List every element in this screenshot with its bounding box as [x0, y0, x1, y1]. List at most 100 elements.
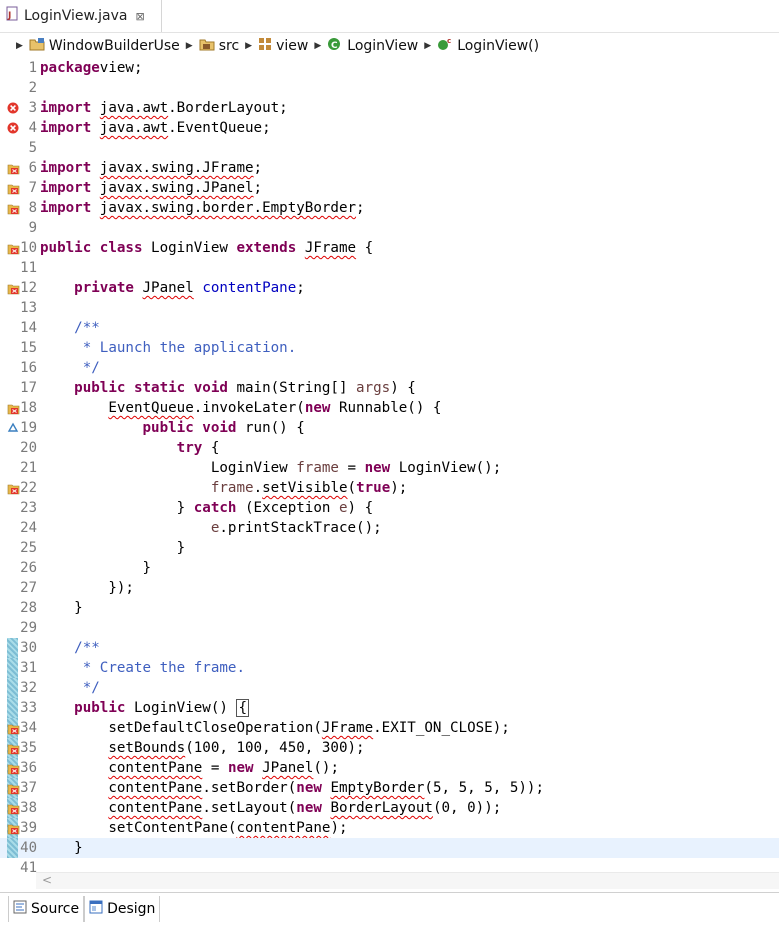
code-line[interactable]: 28 } [0, 598, 779, 618]
code-line[interactable]: 14 /** [0, 318, 779, 338]
code-token: contentPane [202, 280, 297, 296]
breadcrumb-item-4[interactable]: ▶ c LoginView() [418, 37, 539, 55]
code-line[interactable]: 15 * Launch the application. [0, 338, 779, 358]
line-number: 31 [20, 660, 37, 676]
code-line[interactable]: 38 contentPane.setLayout(new BorderLayou… [0, 798, 779, 818]
code-line[interactable]: 21 LoginView frame = new LoginView(); [0, 458, 779, 478]
code-editor[interactable]: 1 packageview; 2 3 import java.awt.BorderLay… [0, 58, 779, 876]
code-line[interactable]: 35 setBounds(100, 100, 450, 300); [0, 738, 779, 758]
code-token: java.awt [99, 120, 169, 136]
code-line[interactable]: 29 [0, 618, 779, 638]
line-number: 7 [28, 180, 37, 196]
code-line[interactable]: 25 } [0, 538, 779, 558]
code-line[interactable]: 24 e.printStackTrace(); [0, 518, 779, 538]
code-line[interactable]: 17 public static void main(String[] args… [0, 378, 779, 398]
line-number: 38 [20, 800, 37, 816]
breadcrumb-item-1[interactable]: ▶ src [180, 37, 239, 55]
scroll-left-icon[interactable]: < [42, 873, 52, 887]
code-line[interactable]: 8 import javax.swing.border.EmptyBorder; [0, 198, 779, 218]
code-text: * Launch the application. [40, 338, 297, 358]
code-line[interactable]: 10 public class LoginView extends JFrame … [0, 238, 779, 258]
code-line[interactable]: 18 EventQueue.invokeLater(new Runnable()… [0, 398, 779, 418]
line-number: 34 [20, 720, 37, 736]
code-text: LoginView frame = new LoginView(); [40, 458, 501, 478]
code-line[interactable]: 31 * Create the frame. [0, 658, 779, 678]
java-file-icon: J [6, 6, 20, 26]
code-text: private JPanel contentPane; [40, 278, 305, 298]
tab-source[interactable]: Source [8, 896, 85, 922]
code-token: java.awt [99, 100, 169, 116]
breadcrumb-arrow-icon: ▶ [185, 41, 193, 51]
code-token: args [356, 380, 391, 396]
code-text: public class LoginView extends JFrame { [40, 238, 373, 258]
code-line[interactable]: 26 } [0, 558, 779, 578]
code-line[interactable]: 32 */ [0, 678, 779, 698]
code-line[interactable]: 3 import java.awt.BorderLayout; [0, 98, 779, 118]
breadcrumb-item-2[interactable]: ▶ view [239, 37, 308, 55]
code-line[interactable]: 20 try { [0, 438, 779, 458]
code-line[interactable]: 7 import javax.swing.JPanel; [0, 178, 779, 198]
code-token: ; [296, 280, 305, 296]
code-token: new [296, 800, 322, 816]
code-text: try { [40, 438, 220, 458]
code-line[interactable]: 27 }); [0, 578, 779, 598]
code-line[interactable]: 40 } [0, 838, 779, 858]
code-token: true [356, 480, 391, 496]
close-icon[interactable]: ⊠ [136, 10, 145, 23]
code-token: new [304, 400, 331, 416]
line-number: 27 [20, 580, 37, 596]
code-line[interactable]: 11 [0, 258, 779, 278]
line-number: 9 [28, 220, 37, 236]
code-line[interactable]: 4 import java.awt.EventQueue; [0, 118, 779, 138]
code-token: } [40, 500, 194, 516]
code-line[interactable]: 22 frame.setVisible(true); [0, 478, 779, 498]
code-line[interactable]: 36 contentPane = new JPanel(); [0, 758, 779, 778]
code-line[interactable]: 13 [0, 298, 779, 318]
horizontal-scrollbar[interactable]: < [36, 872, 779, 889]
file-tab-loginview[interactable]: J LoginView.java ⊠ [0, 0, 162, 32]
code-line[interactable]: 39 setContentPane(contentPane); [0, 818, 779, 838]
code-line[interactable]: 37 contentPane.setBorder(new EmptyBorder… [0, 778, 779, 798]
code-line[interactable]: 30 /** [0, 638, 779, 658]
code-text: packageview; [40, 58, 143, 78]
code-token: contentPane [108, 800, 203, 816]
code-line[interactable]: 1 packageview; [0, 58, 779, 78]
code-token: new [227, 760, 254, 776]
code-text: */ [40, 358, 100, 378]
breadcrumb-item-3[interactable]: ▶ C LoginView [308, 37, 418, 55]
code-line[interactable]: 12 private JPanel contentPane; [0, 278, 779, 298]
code-line[interactable]: 19 public void run() { [0, 418, 779, 438]
code-token: .EventQueue; [168, 120, 271, 136]
line-number: 21 [20, 460, 37, 476]
constructor-icon: c [437, 37, 453, 55]
line-number: 28 [20, 600, 37, 616]
code-line[interactable]: 23 } catch (Exception e) { [0, 498, 779, 518]
code-line[interactable]: 34 setDefaultCloseOperation(JFrame.EXIT_… [0, 718, 779, 738]
code-line[interactable]: 16 */ [0, 358, 779, 378]
breadcrumb-item-0[interactable]: ▶ WindowBuilderUse [10, 37, 180, 55]
tab-design[interactable]: Design [84, 896, 161, 922]
code-text: public void run() { [40, 418, 305, 438]
code-token: .printStackTrace(); [219, 520, 382, 536]
code-text: import java.awt.BorderLayout; [40, 98, 288, 118]
code-line[interactable]: 5 [0, 138, 779, 158]
code-token: public void [142, 420, 237, 436]
line-number: 2 [28, 80, 37, 96]
code-token: import [40, 160, 92, 176]
code-token: * Create the frame. [40, 660, 245, 676]
code-token: } [40, 840, 83, 856]
line-number: 36 [20, 760, 37, 776]
code-line[interactable]: 9 [0, 218, 779, 238]
line-number: 40 [20, 840, 37, 856]
code-line[interactable]: 2 [0, 78, 779, 98]
line-number: 20 [20, 440, 37, 456]
line-number: 19 [20, 420, 37, 436]
code-line[interactable]: 33 public LoginView() { [0, 698, 779, 718]
code-line[interactable]: 6 import javax.swing.JFrame; [0, 158, 779, 178]
line-number: 12 [20, 280, 37, 296]
